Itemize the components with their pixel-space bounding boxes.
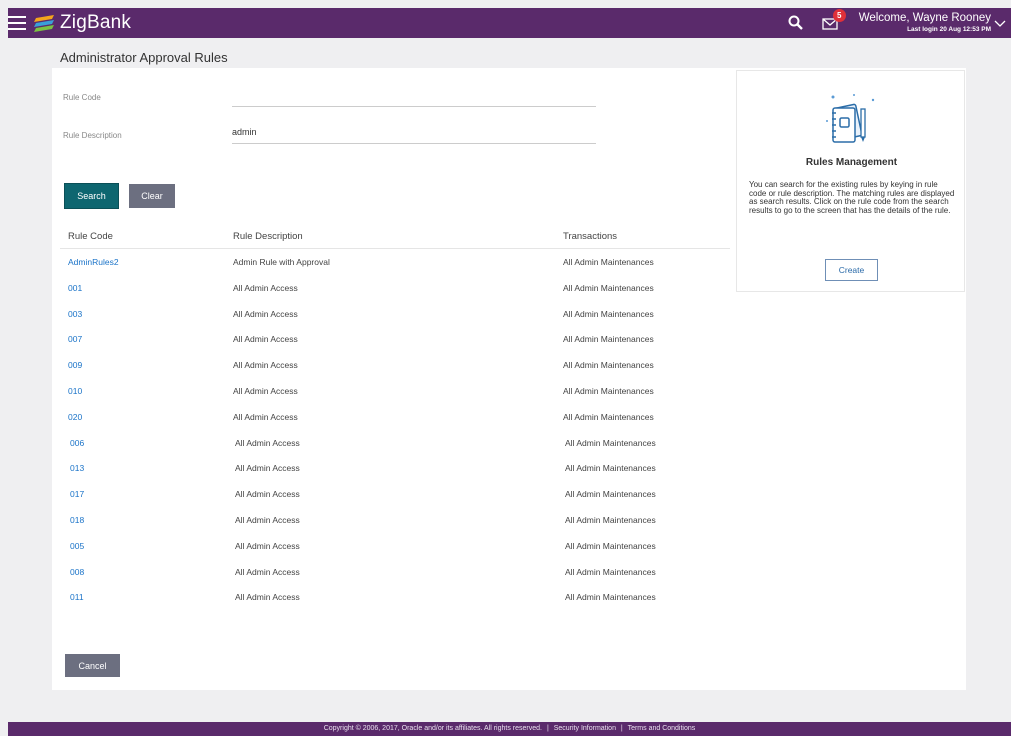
table-row: 003 All Admin Access All Admin Maintenance… bbox=[60, 301, 730, 327]
rule-description-cell: All Admin Access bbox=[235, 463, 300, 474]
table-row: 011 All Admin Access All Admin Maintenance… bbox=[60, 584, 730, 610]
footer: Copyright © 2006, 2017, Oracle and/or it… bbox=[8, 722, 1011, 736]
search-button[interactable]: Search bbox=[65, 184, 118, 208]
table-row: 013 All Admin Access All Admin Maintenance… bbox=[60, 455, 730, 481]
brand-name: ZigBank bbox=[60, 12, 132, 33]
chevron-down-icon[interactable] bbox=[993, 16, 1007, 30]
table-row: 005 All Admin Access All Admin Maintenance… bbox=[60, 533, 730, 559]
main-card: Rule Code Rule Description Search Clear … bbox=[52, 68, 966, 690]
rule-code-link[interactable]: 008 bbox=[70, 567, 84, 577]
table-body: AdminRules2 Admin Rule with Approval All A… bbox=[60, 249, 730, 610]
rule-code-link[interactable]: 020 bbox=[68, 412, 82, 422]
rule-description-cell: All Admin Access bbox=[235, 437, 300, 448]
transactions-cell: All Admin Maintenances bbox=[563, 257, 654, 267]
transactions-cell: All Admin Maintenances bbox=[563, 308, 654, 319]
rules-table: Rule Code Rule Description Transactions … bbox=[60, 224, 730, 610]
transactions-cell: All Admin Maintenances bbox=[563, 411, 654, 422]
rules-notebook-icon bbox=[826, 94, 875, 143]
rule-code-link[interactable]: 013 bbox=[70, 463, 84, 473]
copyright-text: Copyright © 2006, 2017, Oracle and/or it… bbox=[323, 725, 542, 732]
menu-icon[interactable] bbox=[8, 16, 26, 30]
transactions-cell: All Admin Maintenances bbox=[565, 463, 656, 474]
table-header: Rule Code Rule Description Transactions bbox=[60, 224, 730, 249]
rule-description-cell: All Admin Access bbox=[233, 385, 298, 396]
transactions-cell: All Admin Maintenances bbox=[565, 566, 656, 577]
brand-logo[interactable]: ZigBank bbox=[34, 12, 131, 34]
transactions-cell: All Admin Maintenances bbox=[565, 489, 656, 500]
rule-description-cell: All Admin Access bbox=[235, 514, 300, 525]
rule-description-cell: All Admin Access bbox=[235, 566, 300, 577]
transactions-cell: All Admin Maintenances bbox=[565, 437, 656, 448]
transactions-cell: All Admin Maintenances bbox=[563, 282, 654, 293]
rule-code-input[interactable] bbox=[232, 88, 596, 107]
create-button[interactable]: Create bbox=[825, 259, 878, 281]
transactions-cell: All Admin Maintenances bbox=[563, 360, 654, 371]
rule-code-link[interactable]: 006 bbox=[70, 438, 84, 448]
rule-code-link[interactable]: AdminRules2 bbox=[68, 257, 119, 267]
column-header-rule-description: Rule Description bbox=[233, 231, 303, 242]
table-row: 010 All Admin Access All Admin Maintenance… bbox=[60, 378, 730, 404]
zigbank-logo-icon bbox=[34, 15, 54, 32]
rule-description-cell: All Admin Access bbox=[235, 592, 300, 603]
rules-management-panel: Rules Management You can search for the … bbox=[736, 70, 965, 292]
rule-code-link[interactable]: 011 bbox=[70, 592, 84, 602]
table-row: 009 All Admin Access All Admin Maintenance… bbox=[60, 352, 730, 378]
rule-description-cell: All Admin Access bbox=[235, 489, 300, 500]
footer-separator: | bbox=[546, 725, 549, 732]
rule-description-label: Rule Description bbox=[63, 131, 122, 140]
rule-description-cell: Admin Rule with Approval bbox=[233, 257, 330, 267]
rule-description-cell: All Admin Access bbox=[233, 334, 298, 345]
rule-description-cell: All Admin Access bbox=[235, 540, 300, 551]
notification-badge: 5 bbox=[832, 9, 846, 22]
rule-code-link[interactable]: 017 bbox=[70, 489, 84, 499]
column-header-transactions: Transactions bbox=[563, 231, 618, 242]
rule-description-cell: All Admin Access bbox=[233, 360, 298, 371]
table-row: 001 All Admin Access All Admin Maintenance… bbox=[60, 275, 730, 301]
table-row: 018 All Admin Access All Admin Maintenance… bbox=[60, 507, 730, 533]
rule-code-link[interactable]: 005 bbox=[70, 541, 84, 551]
table-row: 006 All Admin Access All Admin Maintenance… bbox=[60, 430, 730, 456]
cancel-button[interactable]: Cancel bbox=[65, 654, 120, 677]
transactions-cell: All Admin Maintenances bbox=[563, 385, 654, 396]
table-row: 017 All Admin Access All Admin Maintenance… bbox=[60, 481, 730, 507]
top-bar: ZigBank 5 Welcome, Wayne Rooney Last log… bbox=[8, 8, 1011, 38]
transactions-cell: All Admin Maintenances bbox=[565, 592, 656, 603]
table-row: 007 All Admin Access All Admin Maintenance… bbox=[60, 326, 730, 352]
transactions-cell: All Admin Maintenances bbox=[563, 334, 654, 345]
rule-code-link[interactable]: 018 bbox=[70, 515, 84, 525]
table-row: 008 All Admin Access All Admin Maintenance… bbox=[60, 559, 730, 585]
rule-description-input[interactable] bbox=[232, 125, 596, 144]
transactions-cell: All Admin Maintenances bbox=[565, 514, 656, 525]
rule-code-link[interactable]: 001 bbox=[68, 283, 82, 293]
rule-code-link[interactable]: 007 bbox=[68, 334, 82, 344]
rule-description-cell: All Admin Access bbox=[233, 282, 298, 293]
mailbox-button[interactable]: 5 bbox=[821, 9, 846, 34]
rule-code-label: Rule Code bbox=[63, 93, 101, 102]
column-header-rule-code: Rule Code bbox=[68, 231, 113, 242]
rule-code-link[interactable]: 010 bbox=[68, 386, 82, 396]
rule-description-cell: All Admin Access bbox=[233, 308, 298, 319]
clear-button[interactable]: Clear bbox=[129, 184, 175, 208]
table-row: 020 All Admin Access All Admin Maintenance… bbox=[60, 404, 730, 430]
terms-and-conditions-link[interactable]: Terms and Conditions bbox=[628, 725, 696, 732]
search-icon[interactable] bbox=[785, 12, 807, 34]
rules-management-description: You can search for the existing rules by… bbox=[749, 180, 955, 215]
table-row: AdminRules2 Admin Rule with Approval All A… bbox=[60, 249, 730, 275]
footer-separator: | bbox=[620, 725, 623, 732]
welcome-text: Welcome, Wayne Rooney bbox=[858, 12, 991, 24]
rule-code-link[interactable]: 009 bbox=[68, 360, 82, 370]
rule-description-cell: All Admin Access bbox=[233, 411, 298, 422]
user-welcome[interactable]: Welcome, Wayne Rooney Last login 20 Aug … bbox=[859, 12, 991, 34]
transactions-cell: All Admin Maintenances bbox=[565, 540, 656, 551]
rule-code-link[interactable]: 003 bbox=[68, 309, 82, 319]
security-information-link[interactable]: Security Information bbox=[554, 725, 616, 732]
last-login: Last login 20 Aug 12:53 PM bbox=[907, 26, 991, 33]
rules-management-title: Rules Management bbox=[805, 157, 898, 168]
page-title: Administrator Approval Rules bbox=[60, 50, 228, 65]
